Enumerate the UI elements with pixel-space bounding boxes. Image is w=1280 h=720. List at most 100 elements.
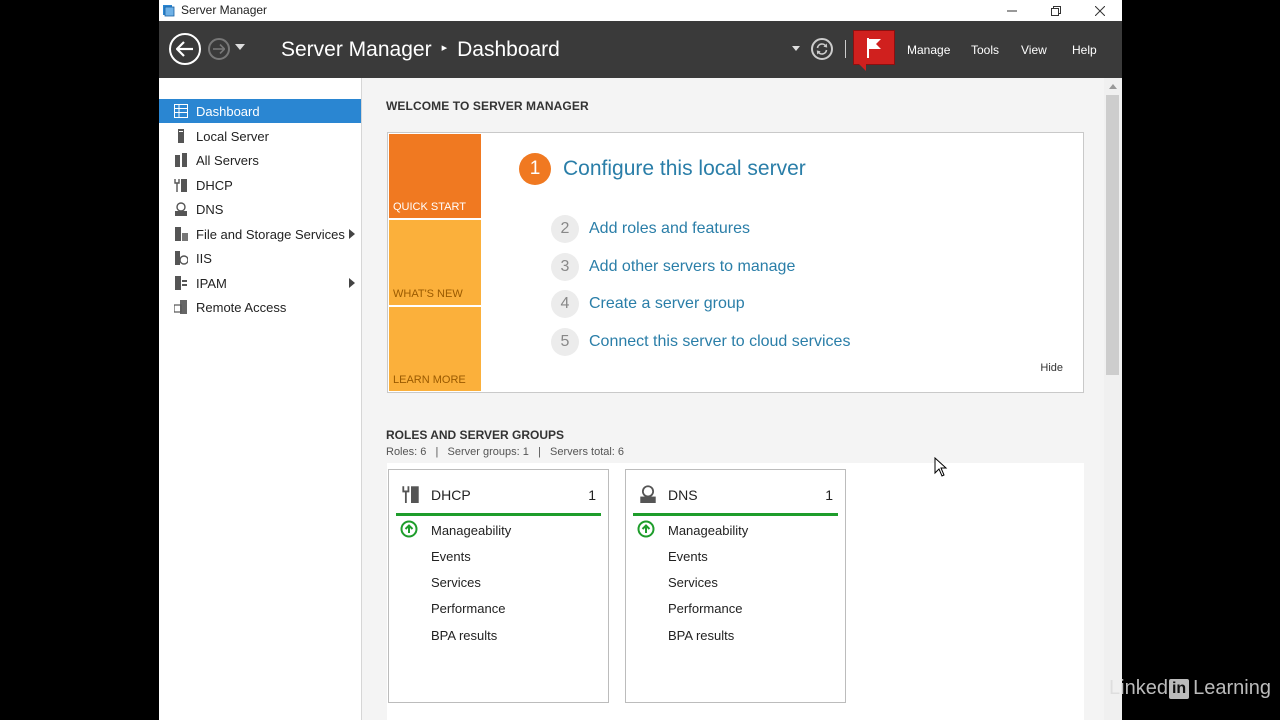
menu-manage[interactable]: Manage bbox=[907, 43, 950, 57]
card-count: 1 bbox=[825, 487, 833, 503]
tile-label: LEARN MORE bbox=[393, 374, 466, 386]
status-bar bbox=[633, 513, 838, 516]
menu-view[interactable]: View bbox=[1021, 43, 1047, 57]
status-bar bbox=[396, 513, 601, 516]
sidebar-item-local-server[interactable]: Local Server bbox=[159, 124, 361, 148]
card-row-bpa-results[interactable]: BPA results bbox=[668, 628, 734, 643]
linkedin-learning-watermark: Linked in Learning bbox=[1109, 677, 1271, 700]
breadcrumb-page: Dashboard bbox=[457, 38, 560, 61]
remote-access-icon bbox=[174, 300, 187, 314]
close-button[interactable] bbox=[1078, 0, 1122, 21]
card-title[interactable]: DNS bbox=[668, 487, 698, 503]
minimize-button[interactable] bbox=[990, 0, 1034, 21]
watermark-text: Learning bbox=[1193, 677, 1271, 699]
sidebar-item-all-servers[interactable]: All Servers bbox=[159, 148, 361, 172]
restore-button[interactable] bbox=[1034, 0, 1078, 21]
breadcrumb: Server Manager ▸ Dashboard bbox=[281, 38, 560, 62]
breadcrumb-app[interactable]: Server Manager bbox=[281, 38, 432, 62]
card-row-services[interactable]: Services bbox=[668, 575, 718, 590]
mouse-cursor-icon bbox=[934, 457, 948, 477]
sidebar-item-label: DHCP bbox=[196, 178, 233, 193]
storage-icon bbox=[175, 227, 188, 241]
step-number-badge: 4 bbox=[551, 290, 579, 318]
step-number-badge: 5 bbox=[551, 328, 579, 356]
forward-button[interactable] bbox=[208, 38, 230, 60]
dns-icon bbox=[640, 485, 656, 503]
sidebar-item-label: IPAM bbox=[196, 276, 227, 291]
tile-quick-start[interactable]: QUICK START bbox=[389, 134, 481, 218]
notification-pointer bbox=[859, 64, 866, 71]
back-button[interactable] bbox=[169, 33, 201, 65]
menu-tools[interactable]: Tools bbox=[971, 43, 999, 57]
step-number-badge: 3 bbox=[551, 253, 579, 281]
card-row-bpa-results[interactable]: BPA results bbox=[431, 628, 497, 643]
roles-section-title: ROLES AND SERVER GROUPS bbox=[386, 428, 565, 442]
tile-whats-new[interactable]: WHAT'S NEW bbox=[389, 220, 481, 305]
forward-arrow-icon bbox=[213, 44, 225, 54]
sidebar-item-iis[interactable]: IIS bbox=[159, 246, 361, 270]
servers-icon bbox=[175, 153, 187, 167]
hide-link[interactable]: Hide bbox=[1040, 362, 1063, 374]
refresh-dropdown-icon[interactable] bbox=[792, 46, 800, 51]
card-row-performance[interactable]: Performance bbox=[668, 601, 742, 616]
breadcrumb-separator-icon: ▸ bbox=[441, 41, 448, 54]
tile-label: WHAT'S NEW bbox=[393, 288, 463, 300]
add-roles-features-link[interactable]: Add roles and features bbox=[589, 220, 750, 238]
notifications-button[interactable] bbox=[853, 30, 895, 65]
status-ok-icon bbox=[400, 520, 418, 538]
sidebar-item-dashboard[interactable]: Dashboard bbox=[159, 99, 361, 123]
tile-learn-more[interactable]: LEARN MORE bbox=[389, 307, 481, 391]
role-card-dhcp[interactable]: DHCP 1 Manageability Events Services Per… bbox=[388, 469, 609, 703]
refresh-button[interactable] bbox=[811, 38, 833, 60]
restore-icon bbox=[1051, 5, 1061, 16]
dashboard-content: WELCOME TO SERVER MANAGER QUICK START WH… bbox=[362, 78, 1122, 720]
expand-arrow-icon[interactable] bbox=[349, 278, 355, 288]
scroll-up-icon[interactable] bbox=[1109, 84, 1117, 89]
role-card-dns[interactable]: DNS 1 Manageability Events Services Perf… bbox=[625, 469, 846, 703]
create-server-group-link[interactable]: Create a server group bbox=[589, 295, 745, 313]
server-icon bbox=[178, 129, 184, 143]
watermark-text: Linked bbox=[1109, 677, 1168, 699]
close-icon bbox=[1095, 5, 1105, 16]
sidebar-item-ipam[interactable]: IPAM bbox=[159, 271, 361, 295]
sidebar: Dashboard Local Server All Servers DHCP … bbox=[159, 78, 362, 720]
roles-area: DHCP 1 Manageability Events Services Per… bbox=[387, 463, 1084, 720]
sidebar-item-label: Remote Access bbox=[196, 300, 287, 315]
sidebar-item-label: DNS bbox=[196, 202, 224, 217]
ipam-icon bbox=[175, 276, 187, 290]
dns-icon bbox=[175, 202, 187, 216]
dashboard-icon bbox=[174, 104, 188, 118]
status-ok-icon bbox=[637, 520, 655, 538]
step-number-badge: 2 bbox=[551, 215, 579, 243]
card-row-manageability[interactable]: Manageability bbox=[431, 523, 511, 538]
sidebar-item-label: File and Storage Services bbox=[196, 227, 345, 242]
add-other-servers-link[interactable]: Add other servers to manage bbox=[589, 258, 795, 276]
card-title[interactable]: DHCP bbox=[431, 487, 471, 503]
expand-arrow-icon[interactable] bbox=[349, 229, 355, 239]
welcome-title: WELCOME TO SERVER MANAGER bbox=[386, 99, 589, 113]
card-row-manageability[interactable]: Manageability bbox=[668, 523, 748, 538]
scroll-thumb[interactable] bbox=[1106, 95, 1119, 375]
notification-flag-icon bbox=[867, 37, 881, 58]
menu-help[interactable]: Help bbox=[1072, 43, 1097, 57]
sidebar-item-remote-access[interactable]: Remote Access bbox=[159, 295, 361, 319]
quick-start-panel: QUICK START WHAT'S NEW LEARN MORE 1 Conf… bbox=[387, 132, 1084, 393]
card-row-events[interactable]: Events bbox=[431, 549, 471, 564]
linkedin-logo-icon: in bbox=[1168, 678, 1190, 699]
roles-summary: Roles: 6 | Server groups: 1 | Servers to… bbox=[386, 446, 625, 458]
sidebar-item-label: All Servers bbox=[196, 153, 259, 168]
sidebar-item-dhcp[interactable]: DHCP bbox=[159, 173, 361, 197]
sidebar-item-label: Dashboard bbox=[196, 104, 260, 119]
connect-cloud-services-link[interactable]: Connect this server to cloud services bbox=[589, 333, 850, 351]
sidebar-item-dns[interactable]: DNS bbox=[159, 197, 361, 221]
history-dropdown-icon[interactable] bbox=[235, 44, 245, 50]
iis-icon bbox=[175, 251, 188, 265]
configure-local-server-link[interactable]: Configure this local server bbox=[563, 157, 806, 181]
card-row-events[interactable]: Events bbox=[668, 549, 708, 564]
sidebar-item-file-storage[interactable]: File and Storage Services bbox=[159, 222, 361, 246]
dhcp-icon bbox=[402, 486, 419, 503]
vertical-scrollbar[interactable] bbox=[1104, 78, 1122, 720]
back-arrow-icon bbox=[176, 41, 193, 57]
card-row-services[interactable]: Services bbox=[431, 575, 481, 590]
card-row-performance[interactable]: Performance bbox=[431, 601, 505, 616]
